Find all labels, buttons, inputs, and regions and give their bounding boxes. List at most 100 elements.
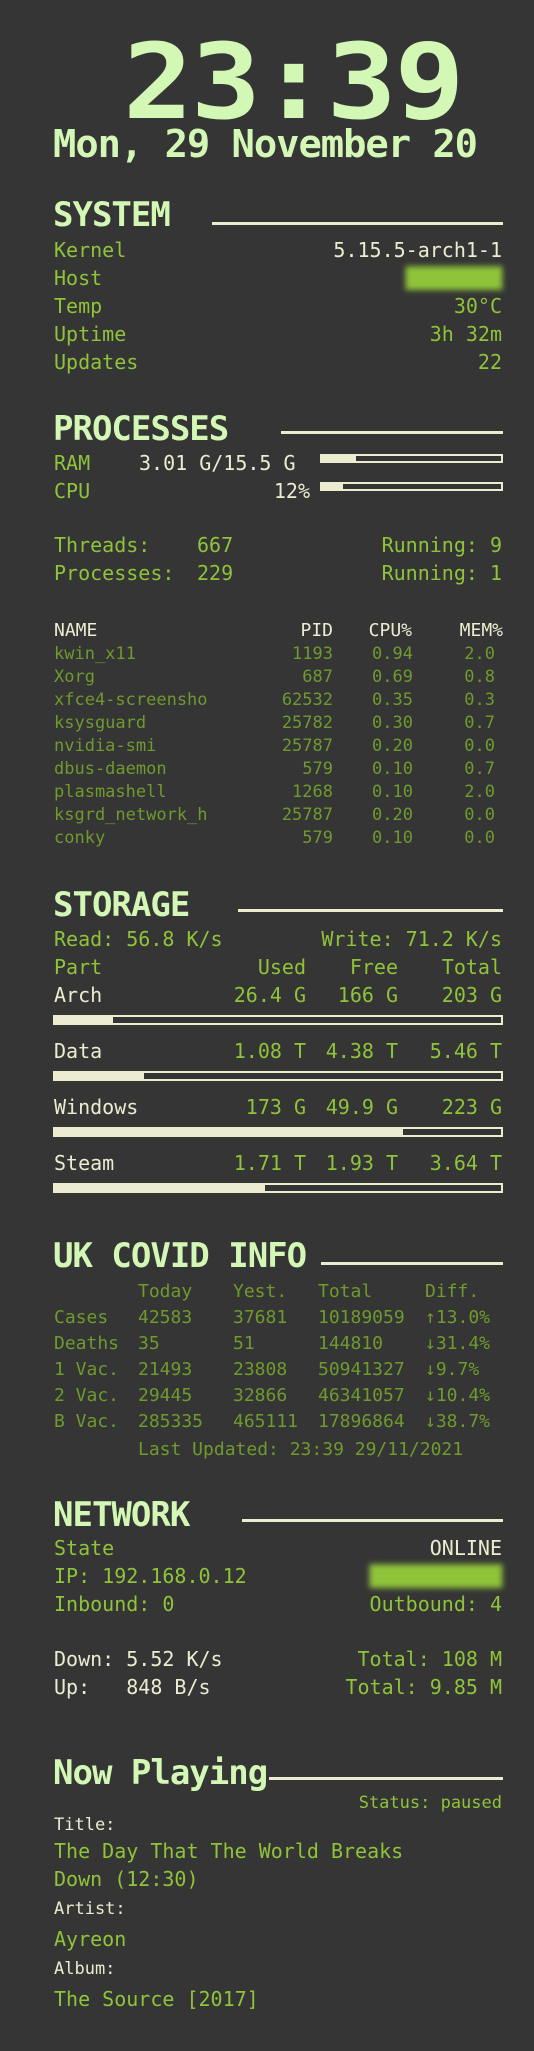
cpu-usage-bar bbox=[320, 482, 503, 491]
threads-running: Running: 9 bbox=[381, 533, 502, 557]
process-header-cpu: CPU% bbox=[368, 620, 412, 641]
process-name: ksgrd_network_h bbox=[54, 805, 208, 825]
process-name: dbus-daemon bbox=[54, 759, 167, 779]
network-inbound: Inbound: 0 bbox=[54, 1592, 175, 1616]
section-divider bbox=[238, 909, 503, 912]
partition-name: Steam bbox=[54, 1151, 115, 1175]
process-mem: 0.0 bbox=[464, 805, 495, 825]
process-cpu: 0.10 bbox=[372, 759, 413, 779]
partition-free: 49.9 G bbox=[325, 1095, 398, 1119]
ram-label: RAM bbox=[54, 451, 91, 475]
processes-value: 229 bbox=[197, 561, 234, 585]
covid-total: 10189059 bbox=[318, 1307, 405, 1328]
partition-usage-fill bbox=[55, 1073, 145, 1079]
process-header-name: NAME bbox=[54, 620, 98, 641]
clock-time: 23:39 bbox=[123, 21, 465, 143]
process-cpu: 0.35 bbox=[372, 690, 413, 710]
player-artist-label: Artist: bbox=[54, 1899, 126, 1919]
partition-usage-bar bbox=[53, 1015, 503, 1025]
system-label-host: Host bbox=[54, 266, 103, 290]
partition-usage-fill bbox=[55, 1017, 113, 1023]
partition-name: Data bbox=[54, 1039, 103, 1063]
threads-label: Threads: bbox=[54, 533, 151, 557]
partition-used: 173 G bbox=[245, 1095, 306, 1119]
system-value-updates: 22 bbox=[477, 350, 502, 374]
covid-total: 46341057 bbox=[318, 1385, 405, 1406]
process-cpu: 0.10 bbox=[372, 828, 413, 848]
covid-header-diff: Diff. bbox=[425, 1281, 480, 1302]
process-name: Xorg bbox=[54, 667, 95, 687]
process-pid: 579 bbox=[302, 828, 333, 848]
covid-row-label: B Vac. bbox=[54, 1411, 120, 1432]
process-name: conky bbox=[54, 828, 106, 848]
process-name: nvidia-smi bbox=[54, 736, 157, 756]
player-status: Status: paused bbox=[358, 1793, 502, 1813]
covid-yesterday: 23808 bbox=[233, 1359, 288, 1380]
network-state-value: ONLINE bbox=[429, 1536, 502, 1560]
partition-free: 166 G bbox=[337, 983, 398, 1007]
process-header-pid: PID bbox=[300, 620, 333, 641]
player-title-line-1: The Day That The World Breaks bbox=[54, 1839, 404, 1863]
storage-header-used: Used bbox=[257, 955, 306, 979]
partition-name: Windows bbox=[54, 1095, 139, 1119]
network-local-ip: IP: 192.168.0.12 bbox=[54, 1564, 247, 1588]
partition-free: 1.93 T bbox=[325, 1151, 398, 1175]
network-public-ip: ███████████ bbox=[369, 1564, 502, 1588]
player-album-label: Album: bbox=[54, 1959, 116, 1979]
covid-row-label: Deaths bbox=[54, 1333, 120, 1354]
processes-running: Running: 1 bbox=[381, 561, 502, 585]
covid-diff: ↓9.7% bbox=[425, 1359, 480, 1380]
process-mem: 0.7 bbox=[464, 759, 495, 779]
system-label-kernel: Kernel bbox=[54, 238, 127, 262]
section-divider bbox=[321, 1262, 503, 1265]
system-value-kernel: 5.15.5-arch1-1 bbox=[333, 238, 502, 262]
network-outbound: Outbound: 4 bbox=[369, 1592, 502, 1616]
covid-total: 50941327 bbox=[318, 1359, 405, 1380]
player-album-value: The Source [2017] bbox=[54, 1987, 259, 2011]
section-title-storage: STORAGE bbox=[53, 885, 190, 925]
processes-label: Processes: bbox=[54, 561, 175, 585]
cpu-usage-fill bbox=[322, 484, 344, 489]
player-artist-value: Ayreon bbox=[54, 1927, 127, 1951]
covid-last-updated: Last Updated: 23:39 29/11/2021 bbox=[138, 1439, 464, 1460]
process-mem: 0.0 bbox=[464, 736, 495, 756]
system-value-temp: 30°C bbox=[453, 294, 502, 318]
process-mem: 0.0 bbox=[464, 828, 495, 848]
system-value-host: ████████ bbox=[405, 266, 502, 290]
partition-usage-fill bbox=[55, 1185, 265, 1191]
process-mem: 0.7 bbox=[464, 713, 495, 733]
process-mem: 2.0 bbox=[464, 644, 495, 664]
process-pid: 25787 bbox=[281, 805, 333, 825]
process-pid: 1193 bbox=[292, 644, 333, 664]
process-mem: 2.0 bbox=[464, 782, 495, 802]
covid-yesterday: 32866 bbox=[233, 1385, 288, 1406]
covid-row-label: Cases bbox=[54, 1307, 109, 1328]
clock-date: Mon, 29 November 20 bbox=[53, 122, 478, 166]
covid-header-total: Total bbox=[318, 1281, 373, 1302]
system-label-uptime: Uptime bbox=[54, 322, 127, 346]
section-divider bbox=[281, 431, 503, 434]
partition-total: 223 G bbox=[441, 1095, 502, 1119]
partition-free: 4.38 T bbox=[325, 1039, 398, 1063]
covid-diff: ↓10.4% bbox=[425, 1385, 491, 1406]
covid-total: 144810 bbox=[318, 1333, 384, 1354]
partition-used: 1.08 T bbox=[233, 1039, 306, 1063]
process-pid: 25787 bbox=[281, 736, 333, 756]
covid-header-today: Today bbox=[138, 1281, 193, 1302]
player-title-line-2: Down (12:30) bbox=[54, 1867, 199, 1891]
process-header-mem: MEM% bbox=[459, 620, 503, 641]
covid-today: 285335 bbox=[138, 1411, 204, 1432]
covid-diff: ↓38.7% bbox=[425, 1411, 491, 1432]
process-cpu: 0.20 bbox=[372, 736, 413, 756]
ram-usage-bar bbox=[320, 454, 503, 463]
process-cpu: 0.20 bbox=[372, 805, 413, 825]
process-cpu: 0.69 bbox=[372, 667, 413, 687]
partition-usage-bar bbox=[53, 1183, 503, 1193]
partition-total: 5.46 T bbox=[429, 1039, 502, 1063]
partition-used: 1.71 T bbox=[233, 1151, 306, 1175]
covid-yesterday: 37681 bbox=[233, 1307, 288, 1328]
partition-total: 203 G bbox=[441, 983, 502, 1007]
disk-read: Read: 56.8 K/s bbox=[54, 927, 223, 951]
section-title-network: NETWORK bbox=[53, 1495, 190, 1535]
covid-yesterday: 465111 bbox=[233, 1411, 299, 1432]
